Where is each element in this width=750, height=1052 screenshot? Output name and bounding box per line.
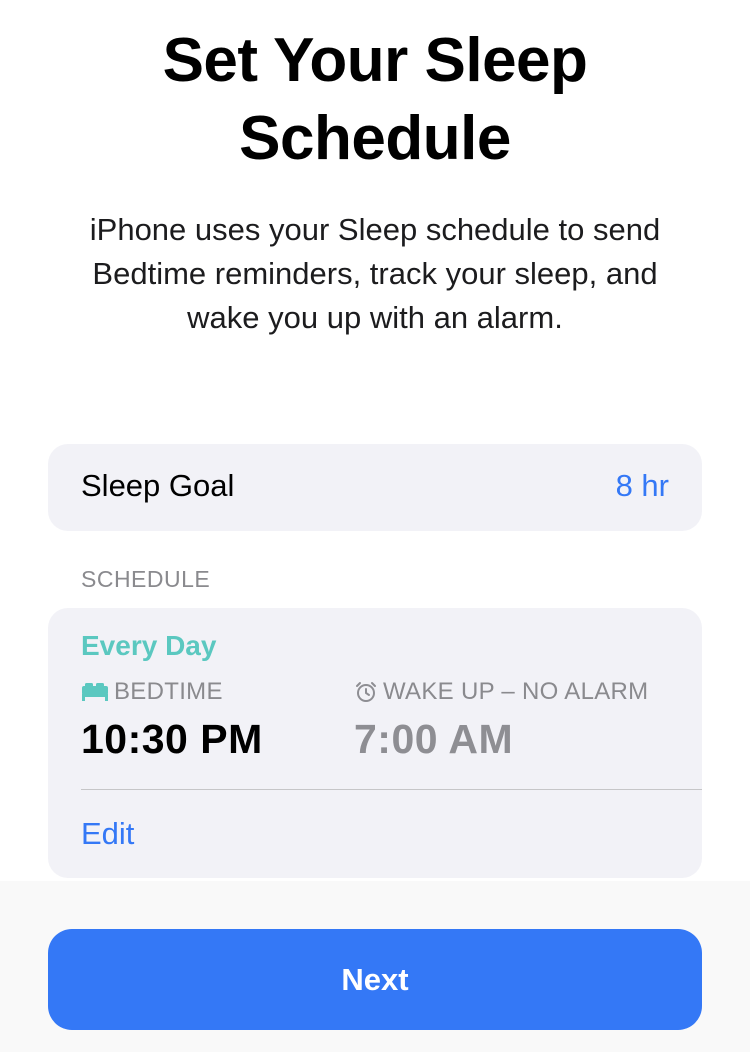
next-button[interactable]: Next (48, 929, 702, 1030)
alarm-clock-icon (354, 680, 378, 704)
sleep-goal-label: Sleep Goal (81, 468, 235, 503)
sleep-goal-value[interactable]: 8 hr (616, 468, 669, 504)
edit-schedule-button[interactable]: Edit (81, 816, 134, 852)
schedule-days: Every Day (81, 630, 217, 661)
wake-label: WAKE UP – NO ALARM (383, 678, 649, 705)
bed-icon (81, 682, 109, 702)
bedtime-label: BEDTIME (114, 678, 223, 705)
schedule-divider (81, 789, 702, 790)
subtitle-line-3: wake you up with an alarm. (187, 300, 563, 335)
page-subtitle: iPhone uses your Sleep schedule to send … (40, 208, 710, 340)
subtitle-line-1: iPhone uses your Sleep schedule to send (89, 212, 661, 247)
title-line-1: Set Your Sleep (162, 26, 588, 95)
bedtime-label-row: BEDTIME (81, 678, 223, 706)
title-line-2: Schedule (239, 104, 511, 173)
wake-label-row: WAKE UP – NO ALARM (354, 678, 648, 706)
schedule-section-header: SCHEDULE (81, 566, 211, 592)
footer-bar: Next (0, 881, 750, 1052)
page-title: Set Your Sleep Schedule (0, 22, 750, 178)
schedule-card: Every Day BEDTIME WAKE UP – NO ALARM 10:… (48, 608, 702, 878)
sleep-goal-row[interactable]: Sleep Goal 8 hr (48, 444, 702, 531)
wake-value: 7:00 AM (354, 716, 514, 762)
bedtime-value: 10:30 PM (81, 716, 263, 762)
sleep-schedule-screen: Set Your Sleep Schedule iPhone uses your… (0, 0, 750, 1052)
subtitle-line-2: Bedtime reminders, track your sleep, and (92, 256, 658, 291)
